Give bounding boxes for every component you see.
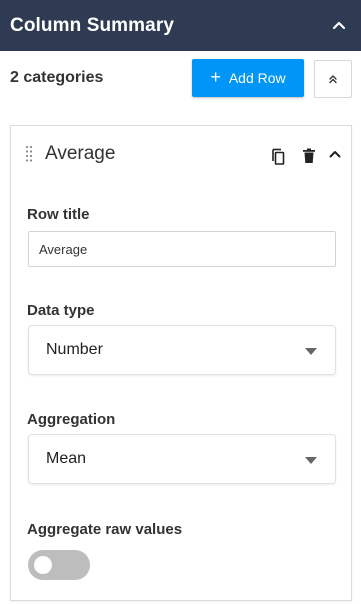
- summary-row-card: Average Row title Data type Number Aggre…: [10, 125, 352, 601]
- drag-handle-icon[interactable]: [25, 145, 33, 163]
- copy-icon[interactable]: [270, 148, 286, 166]
- data-type-label: Data type: [27, 302, 95, 319]
- data-type-value: Number: [46, 341, 103, 358]
- card-header: Average: [11, 126, 351, 182]
- add-row-button[interactable]: + Add Row: [192, 59, 304, 97]
- aggregation-label: Aggregation: [27, 411, 116, 428]
- data-type-select[interactable]: Number: [28, 325, 336, 375]
- caret-down-icon: [305, 348, 317, 355]
- toolbar: 2 categories + Add Row: [0, 51, 361, 119]
- trash-icon[interactable]: [302, 148, 316, 164]
- aggregation-select[interactable]: Mean: [28, 434, 336, 484]
- category-count: 2 categories: [10, 69, 104, 86]
- row-title-input[interactable]: [28, 231, 336, 267]
- row-title-label: Row title: [27, 206, 90, 223]
- add-row-label: Add Row: [228, 70, 286, 86]
- card-collapse-chevron-up-icon[interactable]: [327, 146, 343, 162]
- row-name: Average: [45, 143, 116, 164]
- double-chevron-up-icon: [329, 75, 337, 84]
- plus-icon: +: [210, 67, 221, 87]
- aggregation-value: Mean: [46, 450, 87, 467]
- panel-title: Column Summary: [10, 14, 174, 36]
- aggregate-raw-label: Aggregate raw values: [27, 521, 183, 538]
- toggle-knob: [34, 556, 52, 574]
- aggregate-raw-toggle[interactable]: [28, 550, 90, 580]
- caret-down-icon: [305, 457, 317, 464]
- panel-collapse-chevron-up-icon[interactable]: [329, 15, 349, 35]
- panel-header: Column Summary: [0, 0, 361, 51]
- collapse-all-button[interactable]: [314, 60, 352, 98]
